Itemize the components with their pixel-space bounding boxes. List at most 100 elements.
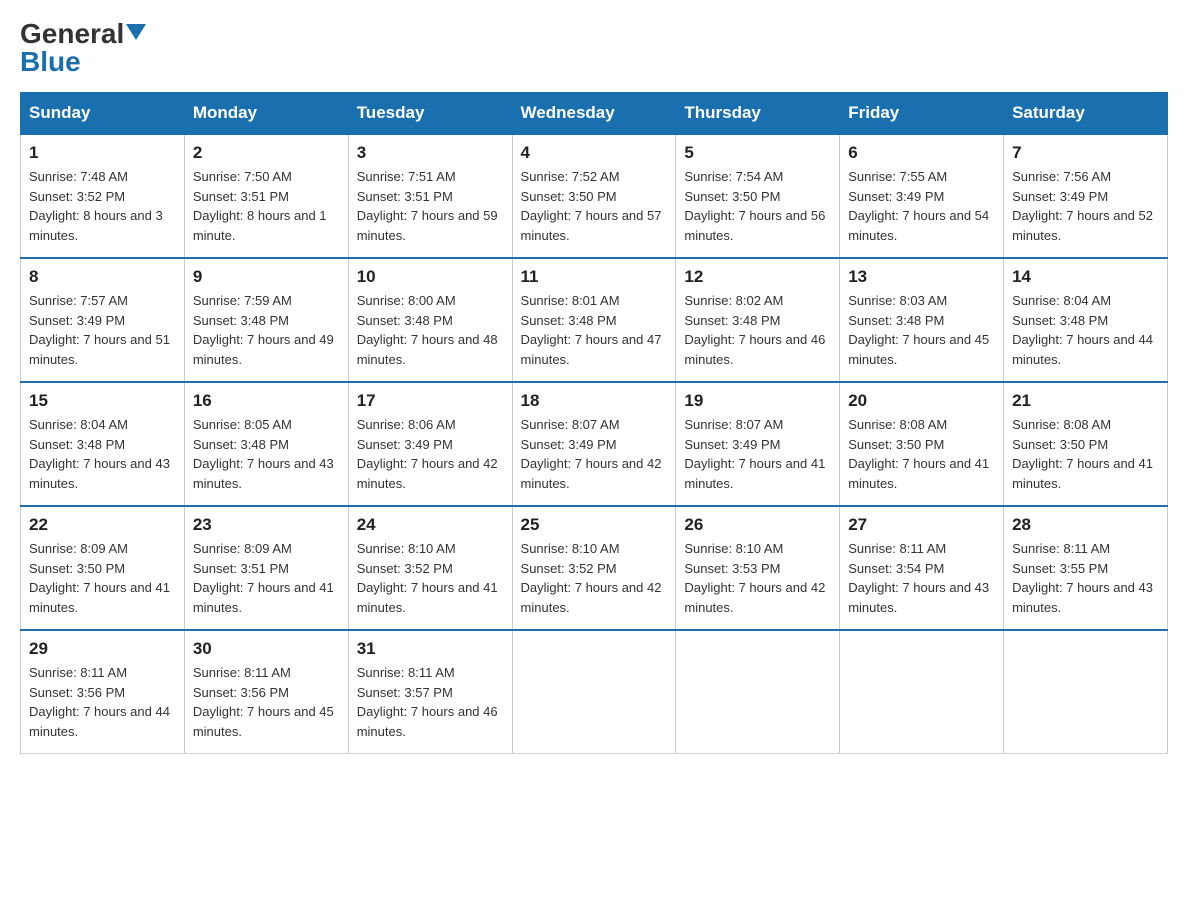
logo-triangle-icon: [126, 24, 146, 40]
calendar-cell: 7Sunrise: 7:56 AMSunset: 3:49 PMDaylight…: [1004, 134, 1168, 258]
calendar-cell: 22 Sunrise: 8:09 AMSunset: 3:50 PMDayligh…: [21, 506, 185, 630]
page-header: General Blue: [20, 20, 1168, 76]
day-info: Sunrise: 7:59 AMSunset: 3:48 PMDaylight:…: [193, 291, 340, 369]
day-info: Sunrise: 8:02 AMSunset: 3:48 PMDaylight:…: [684, 291, 831, 369]
day-info: Sunrise: 8:11 AMSunset: 3:54 PMDaylight:…: [848, 539, 995, 617]
logo-general-text: General: [20, 20, 124, 48]
calendar-cell: 17 Sunrise: 8:06 AMSunset: 3:49 PMDayligh…: [348, 382, 512, 506]
day-info: Sunrise: 8:11 AMSunset: 3:55 PMDaylight:…: [1012, 539, 1159, 617]
day-number: 30: [193, 639, 340, 659]
day-info: Sunrise: 8:10 AMSunset: 3:52 PMDaylight:…: [357, 539, 504, 617]
week-row-5: 29 Sunrise: 8:11 AMSunset: 3:56 PMDayligh…: [21, 630, 1168, 754]
calendar-cell: 15Sunrise: 8:04 AMSunset: 3:48 PMDayligh…: [21, 382, 185, 506]
day-info: Sunrise: 8:11 AMSunset: 3:57 PMDaylight:…: [357, 663, 504, 741]
calendar-cell: 28 Sunrise: 8:11 AMSunset: 3:55 PMDayligh…: [1004, 506, 1168, 630]
day-number: 13: [848, 267, 995, 287]
calendar-cell: 27Sunrise: 8:11 AMSunset: 3:54 PMDayligh…: [840, 506, 1004, 630]
calendar-cell: 21 Sunrise: 8:08 AMSunset: 3:50 PMDayligh…: [1004, 382, 1168, 506]
day-number: 26: [684, 515, 831, 535]
calendar-header-row: SundayMondayTuesdayWednesdayThursdayFrid…: [21, 93, 1168, 135]
col-header-tuesday: Tuesday: [348, 93, 512, 135]
day-info: Sunrise: 8:01 AMSunset: 3:48 PMDaylight:…: [521, 291, 668, 369]
calendar-cell: 5 Sunrise: 7:54 AMSunset: 3:50 PMDaylight…: [676, 134, 840, 258]
day-number: 17: [357, 391, 504, 411]
col-header-thursday: Thursday: [676, 93, 840, 135]
day-info: Sunrise: 7:57 AMSunset: 3:49 PMDaylight:…: [29, 291, 176, 369]
day-number: 22: [29, 515, 176, 535]
calendar-cell: [676, 630, 840, 754]
calendar-cell: 6Sunrise: 7:55 AMSunset: 3:49 PMDaylight…: [840, 134, 1004, 258]
calendar-cell: 30 Sunrise: 8:11 AMSunset: 3:56 PMDayligh…: [184, 630, 348, 754]
logo-blue-text: Blue: [20, 48, 81, 76]
calendar-cell: 31 Sunrise: 8:11 AMSunset: 3:57 PMDayligh…: [348, 630, 512, 754]
day-info: Sunrise: 8:05 AMSunset: 3:48 PMDaylight:…: [193, 415, 340, 493]
calendar-table: SundayMondayTuesdayWednesdayThursdayFrid…: [20, 92, 1168, 754]
day-info: Sunrise: 8:04 AMSunset: 3:48 PMDaylight:…: [1012, 291, 1159, 369]
calendar-cell: 1 Sunrise: 7:48 AMSunset: 3:52 PMDaylight…: [21, 134, 185, 258]
day-number: 19: [684, 391, 831, 411]
calendar-cell: 24 Sunrise: 8:10 AMSunset: 3:52 PMDayligh…: [348, 506, 512, 630]
calendar-cell: 3 Sunrise: 7:51 AMSunset: 3:51 PMDaylight…: [348, 134, 512, 258]
day-info: Sunrise: 8:11 AMSunset: 3:56 PMDaylight:…: [193, 663, 340, 741]
day-number: 11: [521, 267, 668, 287]
logo: General Blue: [20, 20, 146, 76]
calendar-cell: 14 Sunrise: 8:04 AMSunset: 3:48 PMDayligh…: [1004, 258, 1168, 382]
day-number: 29: [29, 639, 176, 659]
day-number: 23: [193, 515, 340, 535]
day-info: Sunrise: 8:08 AMSunset: 3:50 PMDaylight:…: [848, 415, 995, 493]
calendar-cell: 9 Sunrise: 7:59 AMSunset: 3:48 PMDaylight…: [184, 258, 348, 382]
day-number: 31: [357, 639, 504, 659]
day-info: Sunrise: 8:08 AMSunset: 3:50 PMDaylight:…: [1012, 415, 1159, 493]
calendar-cell: 29Sunrise: 8:11 AMSunset: 3:56 PMDayligh…: [21, 630, 185, 754]
day-info: Sunrise: 7:56 AMSunset: 3:49 PMDaylight:…: [1012, 167, 1159, 245]
day-info: Sunrise: 8:10 AMSunset: 3:52 PMDaylight:…: [521, 539, 668, 617]
calendar-cell: 25 Sunrise: 8:10 AMSunset: 3:52 PMDayligh…: [512, 506, 676, 630]
col-header-sunday: Sunday: [21, 93, 185, 135]
day-number: 28: [1012, 515, 1159, 535]
calendar-cell: 16 Sunrise: 8:05 AMSunset: 3:48 PMDayligh…: [184, 382, 348, 506]
day-number: 20: [848, 391, 995, 411]
day-number: 3: [357, 143, 504, 163]
calendar-cell: 2Sunrise: 7:50 AMSunset: 3:51 PMDaylight…: [184, 134, 348, 258]
day-info: Sunrise: 8:09 AMSunset: 3:51 PMDaylight:…: [193, 539, 340, 617]
day-number: 12: [684, 267, 831, 287]
day-info: Sunrise: 7:54 AMSunset: 3:50 PMDaylight:…: [684, 167, 831, 245]
day-number: 1: [29, 143, 176, 163]
col-header-monday: Monday: [184, 93, 348, 135]
calendar-cell: 19Sunrise: 8:07 AMSunset: 3:49 PMDayligh…: [676, 382, 840, 506]
calendar-cell: 20 Sunrise: 8:08 AMSunset: 3:50 PMDayligh…: [840, 382, 1004, 506]
day-info: Sunrise: 7:50 AMSunset: 3:51 PMDaylight:…: [193, 167, 340, 245]
calendar-cell: 4 Sunrise: 7:52 AMSunset: 3:50 PMDaylight…: [512, 134, 676, 258]
day-info: Sunrise: 8:07 AMSunset: 3:49 PMDaylight:…: [521, 415, 668, 493]
day-info: Sunrise: 7:51 AMSunset: 3:51 PMDaylight:…: [357, 167, 504, 245]
calendar-cell: [512, 630, 676, 754]
day-info: Sunrise: 8:09 AMSunset: 3:50 PMDaylight:…: [29, 539, 176, 617]
calendar-cell: 11 Sunrise: 8:01 AMSunset: 3:48 PMDayligh…: [512, 258, 676, 382]
day-number: 21: [1012, 391, 1159, 411]
day-number: 25: [521, 515, 668, 535]
day-number: 9: [193, 267, 340, 287]
day-info: Sunrise: 8:00 AMSunset: 3:48 PMDaylight:…: [357, 291, 504, 369]
day-number: 6: [848, 143, 995, 163]
day-number: 5: [684, 143, 831, 163]
calendar-cell: 26 Sunrise: 8:10 AMSunset: 3:53 PMDayligh…: [676, 506, 840, 630]
week-row-2: 8Sunrise: 7:57 AMSunset: 3:49 PMDaylight…: [21, 258, 1168, 382]
day-info: Sunrise: 8:06 AMSunset: 3:49 PMDaylight:…: [357, 415, 504, 493]
col-header-saturday: Saturday: [1004, 93, 1168, 135]
calendar-cell: [1004, 630, 1168, 754]
day-info: Sunrise: 7:52 AMSunset: 3:50 PMDaylight:…: [521, 167, 668, 245]
calendar-cell: 13 Sunrise: 8:03 AMSunset: 3:48 PMDayligh…: [840, 258, 1004, 382]
day-number: 16: [193, 391, 340, 411]
day-number: 15: [29, 391, 176, 411]
calendar-cell: 10Sunrise: 8:00 AMSunset: 3:48 PMDayligh…: [348, 258, 512, 382]
day-number: 24: [357, 515, 504, 535]
day-info: Sunrise: 7:48 AMSunset: 3:52 PMDaylight:…: [29, 167, 176, 245]
day-number: 4: [521, 143, 668, 163]
col-header-wednesday: Wednesday: [512, 93, 676, 135]
week-row-3: 15Sunrise: 8:04 AMSunset: 3:48 PMDayligh…: [21, 382, 1168, 506]
week-row-4: 22 Sunrise: 8:09 AMSunset: 3:50 PMDayligh…: [21, 506, 1168, 630]
day-info: Sunrise: 8:10 AMSunset: 3:53 PMDaylight:…: [684, 539, 831, 617]
day-number: 14: [1012, 267, 1159, 287]
day-info: Sunrise: 8:03 AMSunset: 3:48 PMDaylight:…: [848, 291, 995, 369]
week-row-1: 1 Sunrise: 7:48 AMSunset: 3:52 PMDaylight…: [21, 134, 1168, 258]
